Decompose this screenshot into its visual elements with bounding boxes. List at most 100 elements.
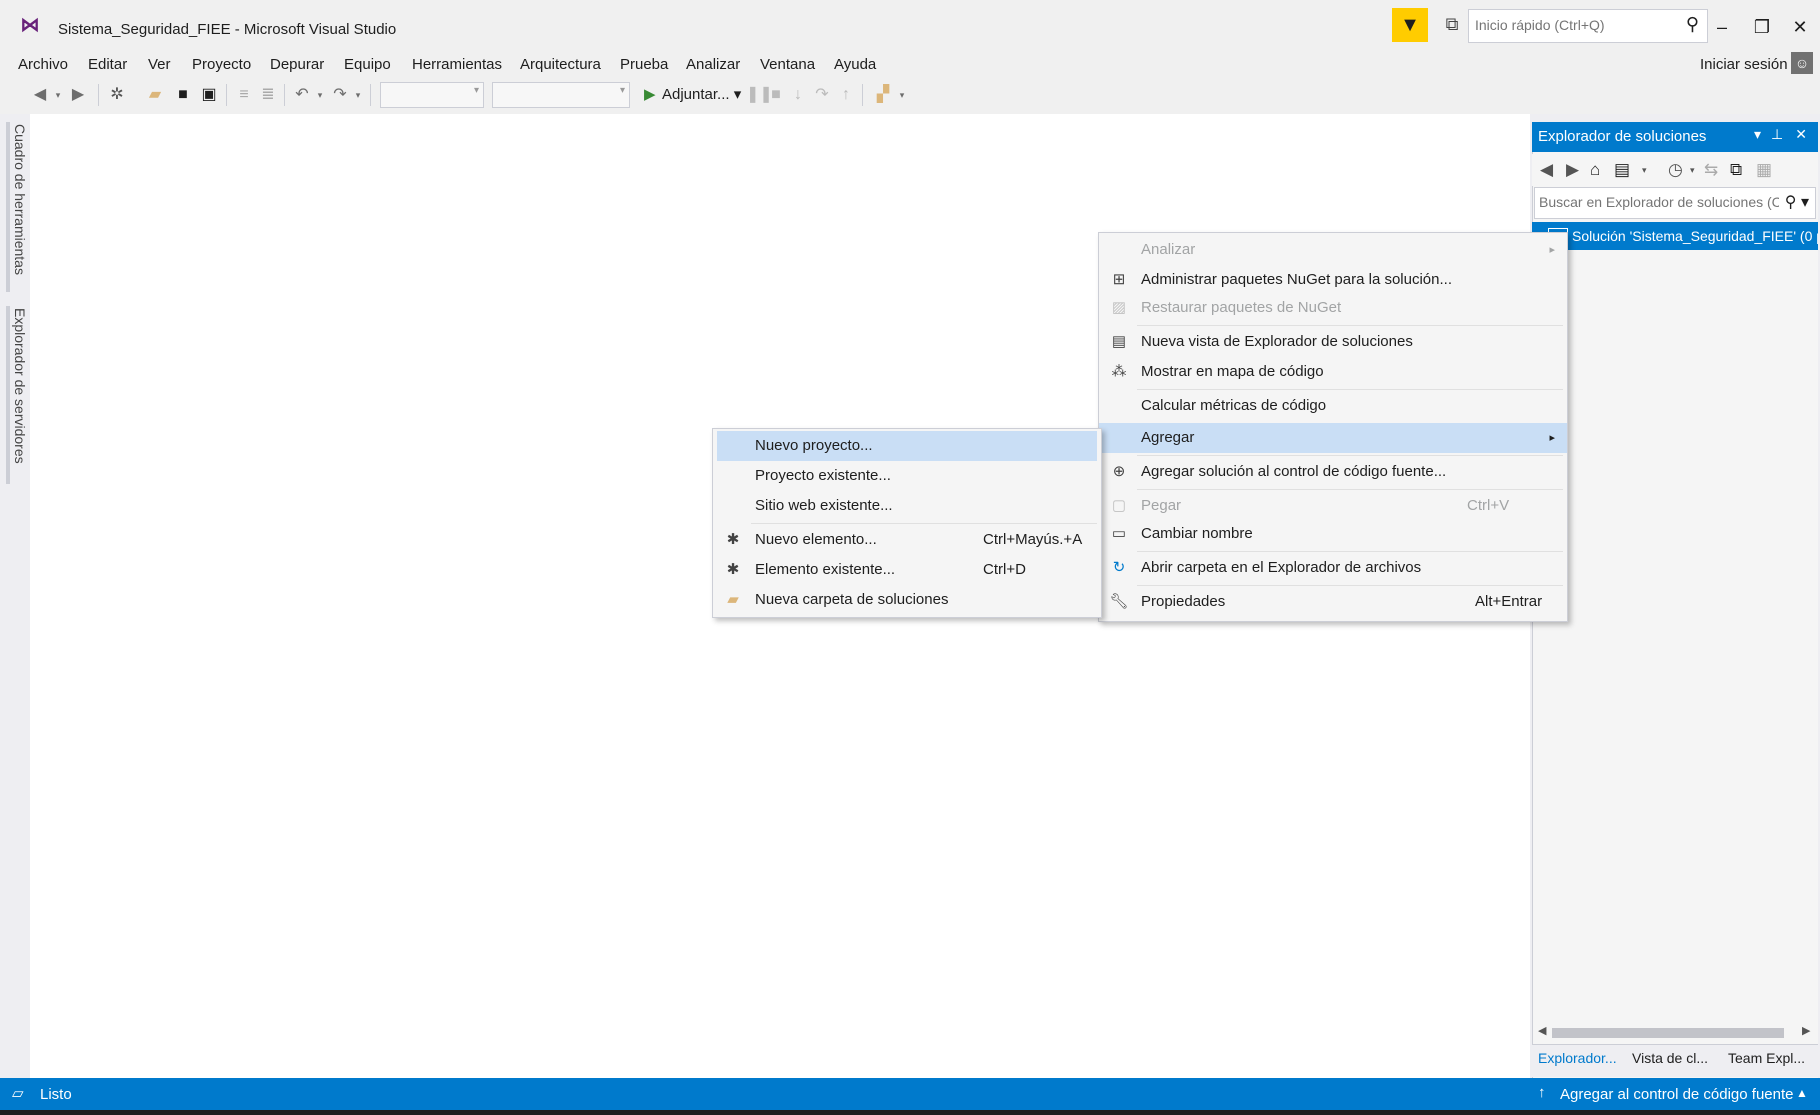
back-dropdown-icon[interactable]: ▾ [52, 84, 64, 106]
nuget-icon: ⊞ [1112, 271, 1126, 288]
show-all-files-icon[interactable]: ▦ [1756, 156, 1772, 184]
forward-icon[interactable]: ▶ [1566, 156, 1579, 184]
menu-item-add-source-control[interactable]: ⊕ Agregar solución al control de código f… [1099, 457, 1567, 487]
quick-launch-input[interactable] [1469, 10, 1681, 40]
menu-item-new-view[interactable]: ▤ Nueva vista de Explorador de soluciones [1099, 327, 1567, 357]
submenu-arrow-icon: ▸ [1549, 244, 1555, 256]
caret-up-icon[interactable]: ▲ [1796, 1086, 1808, 1100]
new-project-icon[interactable]: ✲ [106, 84, 128, 106]
search-icon[interactable]: ⚲ ▾ [1785, 192, 1809, 212]
save-all-icon[interactable]: ▣ [198, 84, 220, 106]
pin-icon[interactable]: ⊥ [1771, 126, 1783, 143]
restore-icon: ▨ [1111, 299, 1127, 316]
find-in-files-icon[interactable]: ▞ [872, 84, 894, 106]
menu-item-nuget[interactable]: ⊞ Administrar paquetes NuGet para la solu… [1099, 265, 1567, 295]
save-icon[interactable]: ■ [172, 84, 194, 106]
menu-item-analizar[interactable]: Analizar ▸ [1099, 235, 1567, 265]
menu-item-rename[interactable]: ▭ Cambiar nombre [1099, 519, 1567, 549]
menu-item-restore-nuget[interactable]: ▨ Restaurar paquetes de NuGet [1099, 293, 1567, 323]
up-arrow-icon[interactable]: ↑ [1538, 1084, 1546, 1101]
scroll-left-icon[interactable]: ◀ [1538, 1024, 1546, 1037]
submenu-item-new-project[interactable]: Nuevo proyecto... [717, 431, 1097, 461]
start-icon[interactable]: ▶ [644, 84, 656, 106]
restore-button[interactable]: ❐ [1744, 12, 1780, 42]
tab-team-explorer[interactable]: Team Expl... [1728, 1050, 1805, 1066]
minimize-button[interactable]: – [1704, 12, 1740, 42]
menu-archivo[interactable]: Archivo [18, 52, 68, 78]
collapse-all-icon[interactable]: ⧉ [1730, 156, 1742, 184]
undo-dropdown-icon[interactable]: ▾ [314, 84, 326, 106]
menu-equipo[interactable]: Equipo [344, 52, 391, 78]
switch-views-icon[interactable]: ▤ [1614, 156, 1630, 184]
back-icon[interactable]: ◀ [30, 84, 50, 106]
menu-ayuda[interactable]: Ayuda [834, 52, 876, 78]
scroll-right-icon[interactable]: ▶ [1802, 1024, 1810, 1037]
platform-combo[interactable]: ▾ [492, 82, 630, 108]
pending-changes-icon[interactable]: ◷ [1668, 156, 1683, 184]
switch-views-dropdown-icon[interactable]: ▾ [1642, 156, 1647, 184]
menu-item-code-map[interactable]: ⁂ Mostrar en mapa de código [1099, 357, 1567, 387]
menu-ventana[interactable]: Ventana [760, 52, 815, 78]
notifications-filter-icon[interactable]: ▼ [1392, 8, 1428, 42]
ready-icon: ▱ [12, 1085, 24, 1102]
menu-editar[interactable]: Editar [88, 52, 127, 78]
open-folder-icon: ↻ [1112, 559, 1126, 576]
submenu-item-existing-item[interactable]: ✱ Elemento existente... Ctrl+D [713, 555, 1101, 585]
attach-button[interactable]: Adjuntar... ▾ [662, 84, 741, 106]
menu-herramientas[interactable]: Herramientas [412, 52, 502, 78]
back-icon[interactable]: ◀ [1540, 156, 1553, 184]
configuration-combo[interactable]: ▾ [380, 82, 484, 108]
stop-icon[interactable]: ■ [768, 84, 784, 106]
menu-depurar[interactable]: Depurar [270, 52, 324, 78]
solution-explorer-title: Explorador de soluciones [1538, 128, 1707, 145]
toolbox-tab[interactable]: Cuadro de herramientas [8, 124, 32, 275]
forward-icon[interactable]: ▶ [68, 84, 88, 106]
submenu-item-existing-project[interactable]: Proyecto existente... [713, 461, 1101, 491]
scroll-thumb[interactable] [1552, 1028, 1784, 1038]
menu-prueba[interactable]: Prueba [620, 52, 668, 78]
panel-menu-icon[interactable]: ▾ [1754, 126, 1761, 143]
menu-analizar[interactable]: Analizar [686, 52, 740, 78]
undo-icon[interactable]: ↶ [292, 84, 312, 106]
quick-launch-box[interactable]: ⚲ [1468, 9, 1708, 43]
solution-search-input[interactable] [1535, 188, 1783, 216]
new-view-icon: ▤ [1111, 333, 1127, 350]
sign-in-link[interactable]: Iniciar sesión [1700, 56, 1788, 73]
submenu-item-existing-website[interactable]: Sitio web existente... [713, 491, 1101, 521]
home-icon[interactable]: ⌂ [1590, 156, 1600, 184]
tab-solution-explorer[interactable]: Explorador... [1538, 1050, 1617, 1066]
open-file-icon[interactable]: ▰ [144, 84, 166, 106]
horizontal-scrollbar[interactable]: ◀ ▶ [1534, 1024, 1816, 1040]
submenu-item-new-item[interactable]: ✱ Nuevo elemento... Ctrl+Mayús.+A [713, 525, 1101, 555]
account-icon[interactable]: ☺ [1791, 52, 1813, 74]
close-window-button[interactable]: ✕ [1782, 12, 1818, 42]
step-out-icon[interactable]: ↑ [838, 84, 854, 106]
menu-arquitectura[interactable]: Arquitectura [520, 52, 601, 78]
menu-item-properties[interactable]: 🔧︎ Propiedades Alt+Entrar [1099, 587, 1567, 617]
step-into-icon[interactable]: ↓ [790, 84, 806, 106]
menu-proyecto[interactable]: Proyecto [192, 52, 251, 78]
menu-item-code-metrics[interactable]: Calcular métricas de código [1099, 391, 1567, 421]
uncomment-icon[interactable]: ≣ [258, 84, 278, 106]
redo-icon[interactable]: ↷ [330, 84, 350, 106]
redo-dropdown-icon[interactable]: ▾ [352, 84, 364, 106]
panel-close-icon[interactable]: ✕ [1795, 126, 1807, 143]
pause-icon[interactable]: ❚❚ [746, 84, 773, 106]
pending-changes-dropdown-icon[interactable]: ▾ [1690, 156, 1695, 184]
tab-class-view[interactable]: Vista de cl... [1632, 1050, 1708, 1066]
menu-ver[interactable]: Ver [148, 52, 171, 78]
feedback-icon[interactable]: ⧉ [1440, 10, 1464, 38]
menu-item-agregar[interactable]: Agregar ▸ [1099, 423, 1567, 453]
submenu-item-new-solution-folder[interactable]: ▰ Nueva carpeta de soluciones [713, 585, 1101, 615]
step-over-icon[interactable]: ↷ [814, 84, 830, 106]
menu-item-paste[interactable]: ▢ Pegar Ctrl+V [1099, 491, 1567, 521]
search-icon[interactable]: ⚲ [1686, 14, 1699, 35]
comment-icon[interactable]: ≡ [234, 84, 254, 106]
menu-item-open-folder[interactable]: ↻ Abrir carpeta en el Explorador de archi… [1099, 553, 1567, 583]
sync-icon[interactable]: ⇆ [1704, 156, 1718, 184]
add-to-source-control-button[interactable]: Agregar al control de código fuente [1560, 1086, 1794, 1103]
solution-node[interactable]: Solución 'Sistema_Seguridad_FIEE' (0 p [1532, 222, 1818, 250]
solution-search-box[interactable]: ⚲ ▾ [1534, 187, 1816, 219]
toolbar-overflow-icon[interactable]: ▾ [896, 84, 908, 106]
server-explorer-tab[interactable]: Explorador de servidores [8, 308, 32, 464]
